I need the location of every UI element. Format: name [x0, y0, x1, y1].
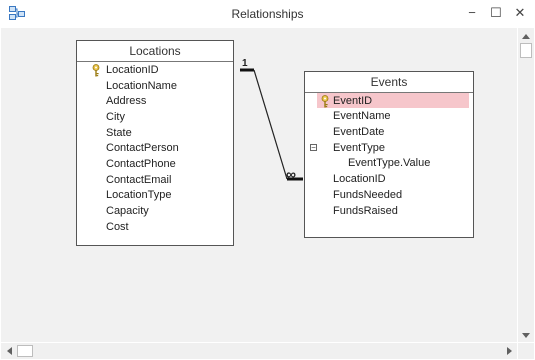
- one-side-label: 1: [242, 58, 248, 69]
- field-locationtype[interactable]: LocationType: [106, 188, 171, 203]
- primary-key-icon: [92, 64, 100, 77]
- field-locationname[interactable]: LocationName: [106, 79, 177, 94]
- horizontal-scrollbar[interactable]: [1, 343, 517, 359]
- field-locationid-fk[interactable]: LocationID: [333, 172, 386, 187]
- field-locationid[interactable]: LocationID: [106, 63, 159, 78]
- locations-table-title[interactable]: Locations: [77, 41, 233, 62]
- primary-key-icon: [321, 95, 329, 108]
- collapse-icon[interactable]: −: [310, 144, 317, 152]
- field-cost[interactable]: Cost: [106, 220, 129, 235]
- horizontal-scroll-thumb[interactable]: [17, 345, 33, 357]
- scroll-up-icon[interactable]: [518, 28, 534, 44]
- field-eventtype-value[interactable]: EventType.Value: [348, 156, 430, 171]
- field-eventdate[interactable]: EventDate: [333, 125, 384, 140]
- field-capacity[interactable]: Capacity: [106, 204, 149, 219]
- scrollbar-corner: [518, 343, 534, 359]
- field-eventtype[interactable]: EventType: [333, 141, 385, 156]
- vertical-scroll-thumb[interactable]: [520, 43, 532, 58]
- field-city[interactable]: City: [106, 110, 125, 125]
- field-fundsneeded[interactable]: FundsNeeded: [333, 188, 402, 203]
- field-eventid[interactable]: EventID: [333, 94, 372, 109]
- field-fundsraised[interactable]: FundsRaised: [333, 204, 398, 219]
- many-side-label: ∞: [286, 166, 296, 182]
- field-contactperson[interactable]: ContactPerson: [106, 141, 179, 156]
- events-table-title[interactable]: Events: [305, 72, 473, 93]
- field-address[interactable]: Address: [106, 94, 146, 109]
- scroll-down-icon[interactable]: [518, 327, 534, 343]
- field-contactemail[interactable]: ContactEmail: [106, 173, 171, 188]
- field-state[interactable]: State: [106, 126, 132, 141]
- vertical-scrollbar[interactable]: [518, 28, 534, 342]
- scroll-left-icon[interactable]: [1, 343, 17, 359]
- field-contactphone[interactable]: ContactPhone: [106, 157, 176, 172]
- field-eventname[interactable]: EventName: [333, 109, 390, 124]
- scroll-right-icon[interactable]: [501, 343, 517, 359]
